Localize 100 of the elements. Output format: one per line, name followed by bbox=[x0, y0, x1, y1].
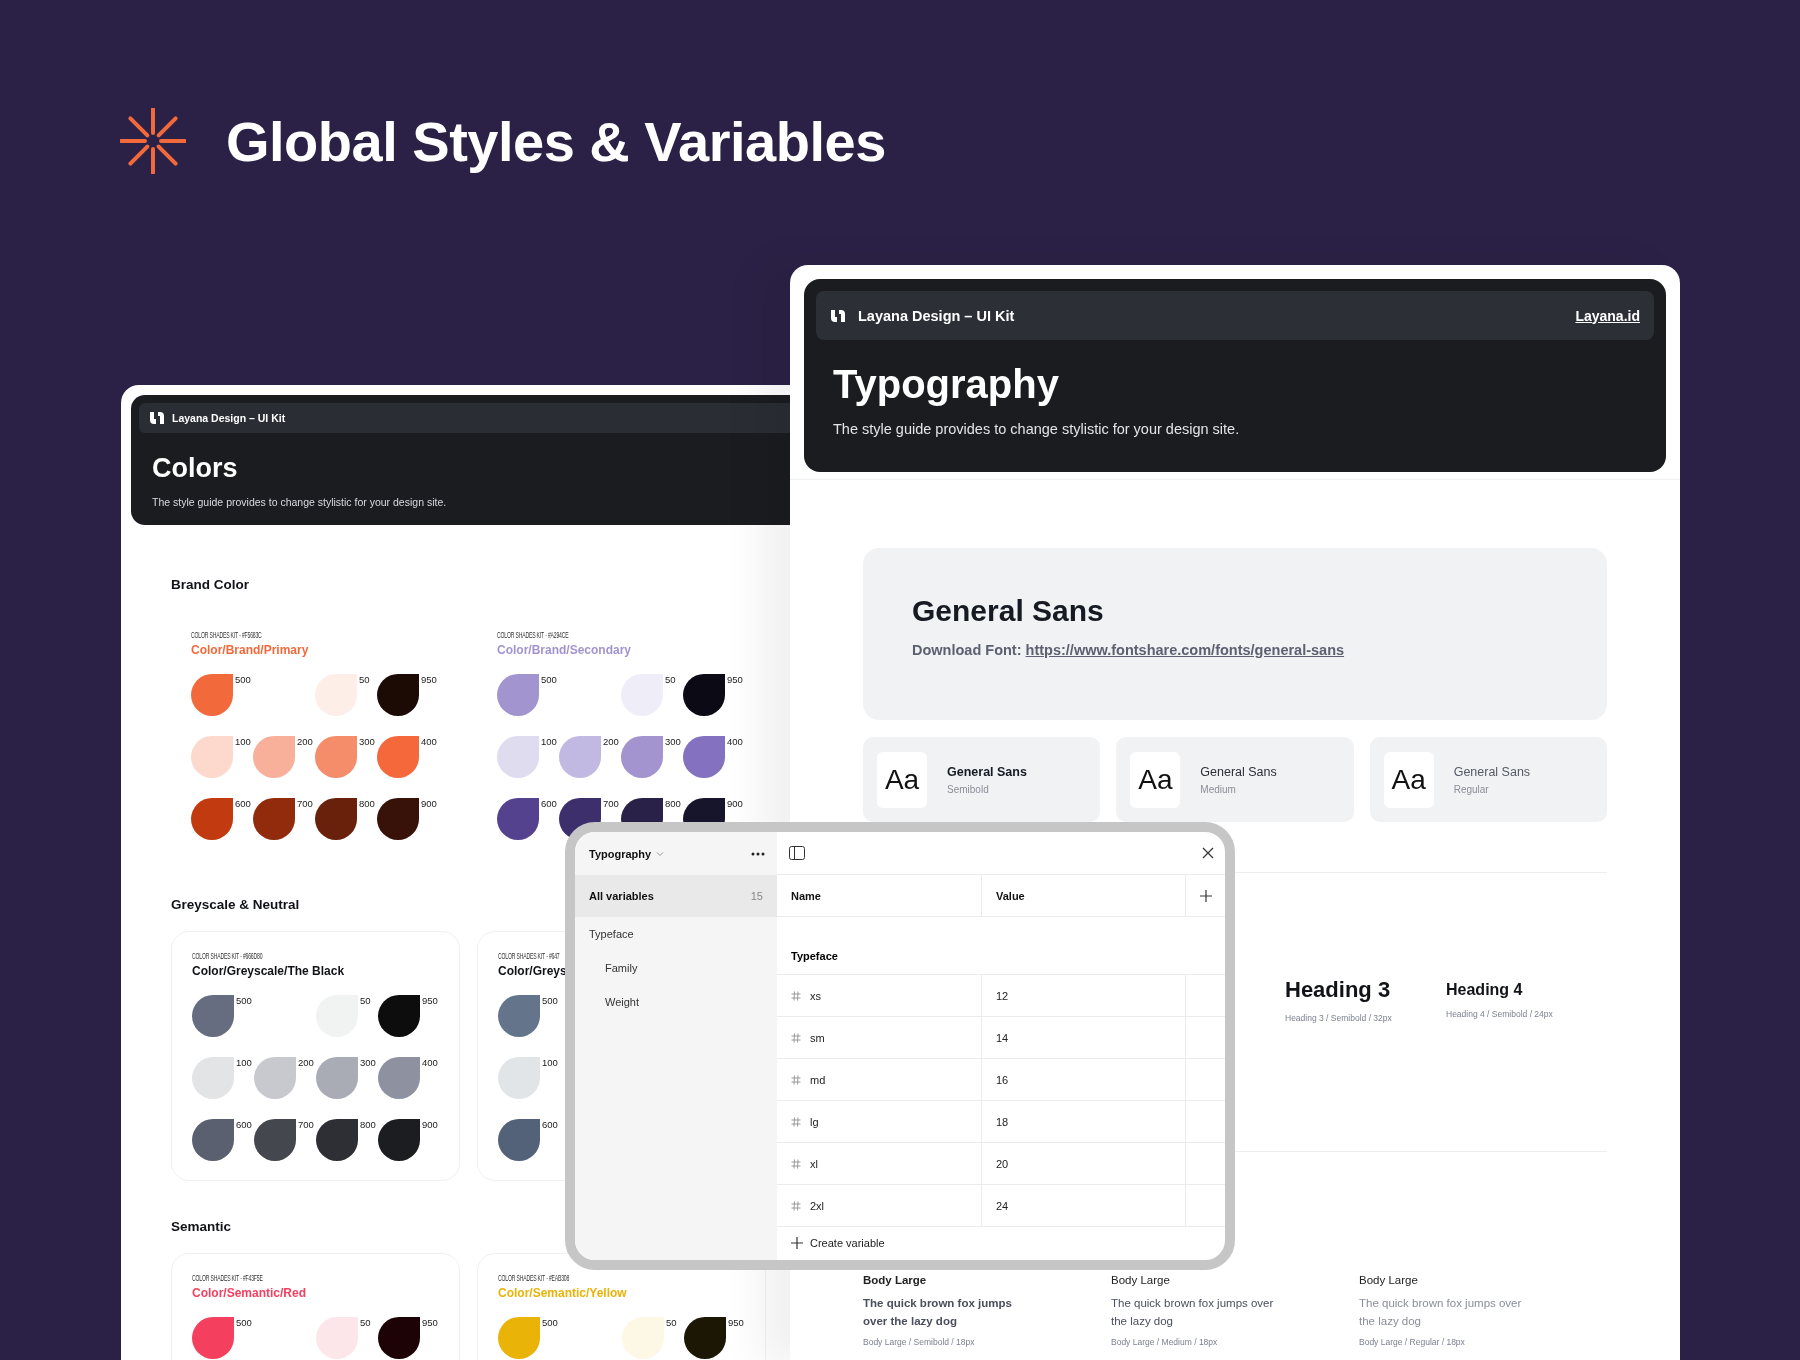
shade-label: 700 bbox=[297, 798, 313, 809]
kit-label: COLOR SHADES KIT - #EAB308 bbox=[498, 1274, 570, 1283]
variable-value: 12 bbox=[981, 975, 1185, 1016]
shade-label: 100 bbox=[542, 1057, 558, 1068]
shade-label: 950 bbox=[421, 674, 437, 685]
style-caption: Body Large / Medium / 18px bbox=[1111, 1337, 1219, 1347]
collection-name[interactable]: Typography bbox=[589, 847, 652, 860]
shade-label: 950 bbox=[422, 1317, 438, 1328]
shade-label: 500 bbox=[541, 674, 557, 685]
close-icon[interactable] bbox=[1202, 847, 1214, 859]
color-group-title: Color/Brand/Secondary bbox=[497, 643, 632, 657]
brand-name: Layana Design – UI Kit bbox=[858, 307, 1016, 324]
shade-label: 100 bbox=[235, 736, 251, 747]
shade-label: 50 bbox=[359, 674, 370, 685]
heading-sample: Heading 3 bbox=[1285, 977, 1392, 1003]
shade-label: 600 bbox=[235, 798, 251, 809]
heading-sample: Heading 4 bbox=[1446, 981, 1524, 999]
shade-label: 900 bbox=[422, 1119, 438, 1130]
shade-label: 200 bbox=[297, 736, 313, 747]
sidebar-item[interactable]: All variables 15 bbox=[575, 875, 777, 917]
sidebar-item[interactable]: Weight bbox=[575, 985, 777, 1019]
asterisk-icon bbox=[120, 108, 186, 174]
shade-label: 50 bbox=[360, 995, 371, 1006]
kit-label: COLOR SHADES KIT - #F5683C bbox=[191, 631, 262, 640]
shade-label: 700 bbox=[603, 798, 619, 809]
section-title: Semantic bbox=[171, 1219, 232, 1234]
number-icon bbox=[791, 1116, 801, 1127]
kit-label: COLOR SHADES KIT - #647 bbox=[498, 952, 560, 961]
shade-label: 600 bbox=[542, 1119, 558, 1130]
variable-count: 15 bbox=[750, 890, 763, 902]
shade-label: 300 bbox=[360, 1057, 376, 1068]
variable-value: 14 bbox=[981, 1017, 1185, 1058]
shade-label: 100 bbox=[541, 736, 557, 747]
weight-name: Regular bbox=[1453, 783, 1490, 795]
color-group-title: Color/Semantic/Yellow bbox=[498, 1286, 627, 1300]
style-name: Body Large bbox=[863, 1274, 928, 1286]
shade-label: 950 bbox=[727, 674, 743, 685]
shade-label: 50 bbox=[666, 1317, 677, 1328]
shade-label: 400 bbox=[422, 1057, 438, 1068]
color-group-title: Color/Greys bbox=[498, 964, 567, 978]
shade-label: 50 bbox=[360, 1317, 371, 1328]
plus-icon[interactable] bbox=[1200, 889, 1212, 902]
font-sample: Aa bbox=[877, 751, 927, 808]
kit-label: COLOR SHADES KIT - #A294CE bbox=[497, 631, 569, 640]
logo-icon bbox=[830, 308, 846, 323]
shade-label: 500 bbox=[542, 995, 558, 1006]
variable-name: 2xl bbox=[810, 1199, 825, 1212]
more-icon[interactable] bbox=[751, 851, 765, 856]
shade-label: 300 bbox=[665, 736, 681, 747]
shade-label: 900 bbox=[421, 798, 437, 809]
weight-name: Semibold bbox=[947, 783, 990, 795]
variable-name: xl bbox=[810, 1157, 818, 1170]
body-sample: The quick brown fox jumps over the lazy dog bbox=[1111, 1296, 1275, 1329]
style-caption: Body Large / Regular / 18px bbox=[1359, 1337, 1466, 1347]
sidebar-item[interactable]: Typeface bbox=[575, 917, 777, 951]
style-caption: Heading 4 / Semibold / 24px bbox=[1446, 1009, 1554, 1019]
column-header: Value bbox=[981, 875, 1185, 916]
weight-font-name: General Sans bbox=[947, 764, 1027, 779]
group-title: Typeface bbox=[777, 917, 1225, 975]
number-icon bbox=[791, 990, 801, 1001]
create-variable-button[interactable]: Create variable bbox=[791, 1237, 885, 1249]
weight-name: Medium bbox=[1200, 783, 1237, 795]
sidebar-toggle-icon[interactable] bbox=[789, 846, 805, 860]
shade-label: 400 bbox=[727, 736, 743, 747]
font-sample: Aa bbox=[1130, 751, 1181, 808]
section-title: Greyscale & Neutral bbox=[171, 897, 300, 912]
variable-value: 24 bbox=[981, 1185, 1185, 1226]
style-caption: Heading 3 / Semibold / 32px bbox=[1285, 1013, 1393, 1023]
shade-label: 200 bbox=[298, 1057, 314, 1068]
page-heading: Typography bbox=[833, 362, 1060, 407]
variable-value: 20 bbox=[981, 1143, 1185, 1184]
weight-font-name: General Sans bbox=[1453, 764, 1531, 779]
font-sample: Aa bbox=[1383, 751, 1434, 808]
shade-label: 500 bbox=[236, 1317, 252, 1328]
variable-name: sm bbox=[810, 1031, 825, 1044]
site-link[interactable]: Layana.id bbox=[1575, 307, 1640, 324]
variable-value: 18 bbox=[981, 1101, 1185, 1142]
style-name: Body Large bbox=[1111, 1274, 1171, 1286]
body-sample: The quick brown fox jumps over the lazy dog bbox=[1359, 1296, 1523, 1329]
font-link[interactable]: https://www.fontshare.com/fonts/general-sans bbox=[1025, 642, 1345, 658]
font-name: General Sans bbox=[912, 594, 1105, 628]
shade-label: 600 bbox=[541, 798, 557, 809]
download-text: Download Font: https://www.fontshare.com/fonts/general-sans bbox=[912, 642, 1346, 658]
variable-value: 16 bbox=[981, 1059, 1185, 1100]
brand-name: Layana Design – UI Kit bbox=[172, 412, 286, 424]
logo-icon bbox=[149, 411, 165, 425]
sidebar-item[interactable]: Family bbox=[575, 951, 777, 985]
style-name: Body Large bbox=[1359, 1274, 1419, 1286]
shade-label: 800 bbox=[665, 798, 681, 809]
weight-font-name: General Sans bbox=[1200, 764, 1277, 779]
color-group-title: Color/Semantic/Red bbox=[192, 1286, 307, 1300]
page-description: The style guide provides to change stylistic for your design site. bbox=[152, 496, 448, 508]
shade-label: 900 bbox=[727, 798, 743, 809]
page-description: The style guide provides to change stylistic for your design site. bbox=[833, 421, 1241, 437]
plus-icon[interactable] bbox=[791, 1237, 803, 1249]
shade-label: 500 bbox=[235, 674, 251, 685]
shade-label: 300 bbox=[359, 736, 375, 747]
style-caption: Body Large / Semibold / 18px bbox=[863, 1337, 976, 1347]
shade-label: 100 bbox=[236, 1057, 252, 1068]
kit-label: COLOR SHADES KIT - #F43F5E bbox=[192, 1274, 263, 1283]
